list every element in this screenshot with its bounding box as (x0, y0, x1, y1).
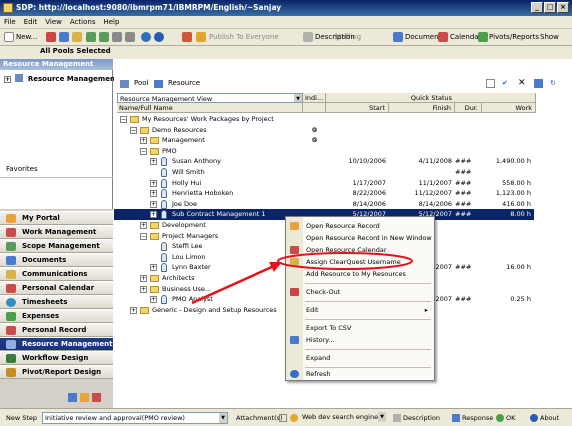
search-engine-icon (290, 414, 298, 422)
annotation-overlay (191, 252, 413, 305)
annotation-arrow (191, 264, 275, 305)
ok-button[interactable]: OK (506, 412, 515, 424)
about-button[interactable]: About (540, 412, 559, 424)
response-icon (452, 414, 460, 422)
about-icon (530, 414, 538, 422)
highlight-ellipse (277, 252, 413, 270)
ok-icon (496, 414, 504, 422)
chevron-down-icon[interactable]: ▼ (378, 412, 386, 422)
chevron-down-icon[interactable]: ▼ (219, 413, 227, 423)
attachments-button[interactable]: Attachment(s) (236, 412, 283, 424)
status-description-button[interactable]: Description (403, 412, 440, 424)
next-step-label: New Step (6, 414, 38, 422)
next-step-select[interactable]: Initiative review and approval(PMO revie… (42, 412, 228, 424)
next-step-value: Initiative review and approval(PMO revie… (45, 414, 185, 422)
search-engine-select[interactable]: Web dev search engine ▼ (300, 412, 386, 424)
attachment-icon[interactable] (279, 414, 287, 422)
response-button[interactable]: Response (462, 412, 493, 424)
status-bar: New Step Initiative review and approval(… (0, 408, 572, 426)
description-icon (393, 414, 401, 422)
search-engine-value: Web dev search engine (302, 413, 379, 421)
